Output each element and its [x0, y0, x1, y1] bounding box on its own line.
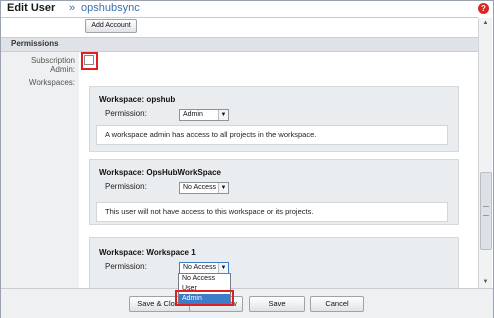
- content-area: Add Account Permissions Subscription Adm…: [1, 17, 478, 289]
- vertical-scrollbar[interactable]: ▲ ▼: [478, 18, 492, 288]
- permission-description: This user will not have access to this w…: [96, 202, 448, 222]
- dialog-footer: Save & Close Save & New Save Cancel: [1, 288, 493, 318]
- admin-option-highlight: [175, 290, 234, 306]
- workspace-title: Workspace: Workspace 1: [99, 248, 196, 257]
- help-icon[interactable]: ?: [478, 3, 489, 14]
- page-title: Edit User: [7, 2, 56, 14]
- permission-value: No Access: [183, 184, 217, 191]
- breadcrumb-separator: »: [69, 2, 76, 14]
- workspace-panel-opshubworkspace: Workspace: OpsHubWorkSpace Permission: N…: [89, 159, 459, 225]
- workspace-title: Workspace: OpsHubWorkSpace: [99, 168, 221, 177]
- cancel-button[interactable]: Cancel: [310, 296, 364, 312]
- workspace-panel-workspace-1: Workspace: Workspace 1 Permission: No Ac…: [89, 237, 459, 289]
- permission-value: Admin: [183, 111, 203, 118]
- permission-label: Permission:: [105, 182, 147, 191]
- save-button[interactable]: Save: [249, 296, 305, 312]
- permission-label: Permission:: [105, 109, 147, 118]
- permission-select[interactable]: Admin ▼: [179, 109, 229, 121]
- permission-label: Permission:: [105, 262, 147, 271]
- chevron-down-icon: ▼: [218, 263, 228, 273]
- add-account-button[interactable]: Add Account: [85, 19, 137, 33]
- scrollbar-thumb[interactable]: [480, 172, 492, 250]
- label-column: Subscription Admin: Workspaces:: [1, 52, 79, 289]
- username-breadcrumb: opshubsync: [81, 2, 140, 14]
- permission-select[interactable]: No Access ▼: [179, 182, 229, 194]
- grip-icon: [483, 206, 489, 216]
- workspace-panel-opshub: Workspace: opshub Permission: Admin ▼ A …: [89, 86, 459, 152]
- title-bar: Edit User » opshubsync ?: [1, 1, 493, 17]
- permission-description: A workspace admin has access to all proj…: [96, 125, 448, 145]
- scroll-down-icon[interactable]: ▼: [479, 277, 492, 288]
- permissions-section-title: Permissions: [11, 39, 59, 48]
- scroll-up-icon[interactable]: ▲: [479, 18, 492, 29]
- chevron-down-icon: ▼: [218, 183, 228, 193]
- subscription-admin-label: Subscription: [30, 56, 75, 65]
- subscription-admin-label-cont: Admin:: [50, 65, 75, 74]
- permissions-section-header: Permissions: [1, 37, 478, 52]
- workspaces-label: Workspaces:: [28, 78, 75, 87]
- permission-value: No Access: [183, 264, 217, 271]
- checkbox-highlight: [81, 52, 98, 70]
- edit-user-dialog: Edit User » opshubsync ? Add Account Per…: [0, 0, 494, 318]
- dropdown-option-no-access[interactable]: No Access: [179, 274, 230, 284]
- chevron-down-icon: ▼: [218, 110, 228, 120]
- workspace-title: Workspace: opshub: [99, 95, 176, 104]
- description-text: A workspace admin has access to all proj…: [105, 130, 317, 139]
- description-text: This user will not have access to this w…: [105, 207, 314, 216]
